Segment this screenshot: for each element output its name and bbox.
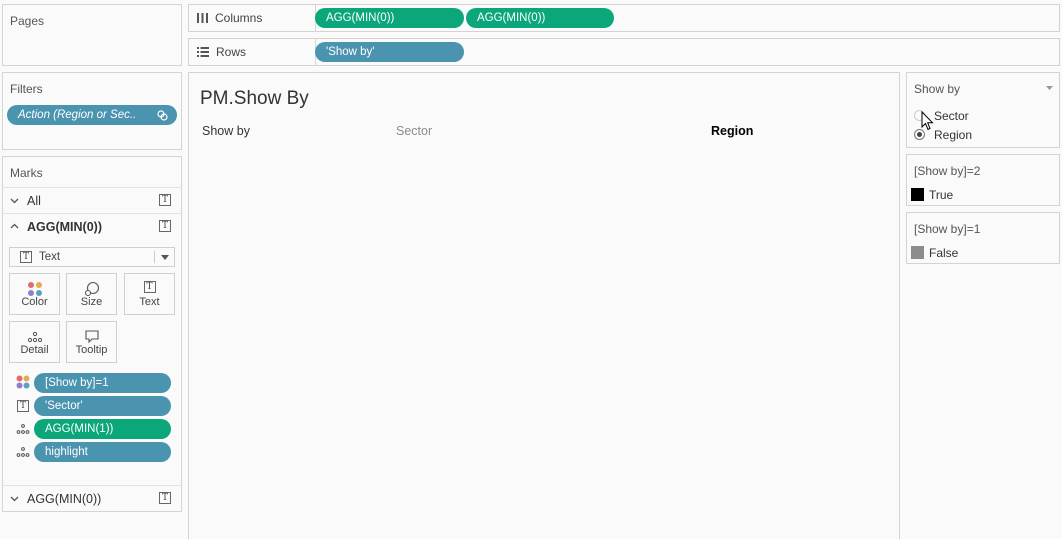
radio-option-region-label: Region (934, 128, 973, 142)
rows-icon (197, 47, 209, 57)
dropdown-divider (154, 251, 155, 263)
marks-card[interactable]: Marks All T AGG(MIN(0)) T T Text Color S… (2, 156, 182, 512)
detail-field-icon (16, 424, 30, 434)
columns-label: Columns (215, 11, 263, 25)
marks-agg-collapsed-label: AGG(MIN(0)) (27, 491, 102, 506)
color-legend-true[interactable]: [Show by]=2 True (906, 154, 1060, 206)
chevron-up-icon (10, 223, 19, 229)
legend-true-swatch[interactable] (911, 188, 924, 201)
filter-pill-action[interactable]: Action (Region or Sec.. (7, 105, 177, 125)
rows-label-group: Rows (197, 39, 246, 65)
text-mark-icon: T (159, 220, 171, 232)
legend-false-title: [Show by]=1 (914, 222, 981, 236)
marks-title: Marks (10, 166, 43, 180)
rows-label: Rows (216, 45, 247, 59)
marks-all-row[interactable]: All T (3, 187, 181, 213)
marks-field-highlight[interactable]: highlight (34, 442, 171, 462)
legend-false-swatch[interactable] (911, 246, 924, 259)
view-title: PM.Show By (200, 88, 309, 109)
radio-dot (917, 132, 922, 137)
size-button-label: Size (80, 296, 103, 308)
pages-card[interactable]: Pages (2, 4, 182, 66)
filters-card[interactable]: Filters Action (Region or Sec.. (2, 72, 182, 150)
columns-icon (197, 13, 208, 23)
marks-field-agg-min-1[interactable]: AGG(MIN(1)) (34, 419, 171, 439)
mouse-cursor-icon (921, 111, 934, 131)
text-type-icon: T (20, 251, 32, 263)
color-legend-false[interactable]: [Show by]=1 False (906, 212, 1060, 264)
color-icon (27, 282, 42, 296)
chevron-down-icon (10, 198, 19, 204)
columns-pill-2[interactable]: AGG(MIN(0)) (466, 8, 614, 28)
text-button-label: Text (139, 296, 160, 308)
columns-shelf[interactable]: Columns AGG(MIN(0)) AGG(MIN(0)) (188, 4, 1060, 32)
marks-all-label: All (27, 193, 41, 208)
rows-shelf[interactable]: Rows 'Show by' (188, 38, 1060, 66)
text-button[interactable]: T Text (124, 273, 175, 315)
color-field-icon (16, 375, 30, 389)
detail-icon (27, 331, 42, 343)
legend-true-title: [Show by]=2 (914, 164, 981, 178)
mark-type-dropdown[interactable]: T Text (9, 247, 175, 267)
size-button[interactable]: Size (66, 273, 117, 315)
marks-agg-label: AGG(MIN(0)) (27, 219, 102, 234)
marks-agg-row[interactable]: AGG(MIN(0)) T (3, 213, 181, 239)
columns-pill-1[interactable]: AGG(MIN(0)) (315, 8, 464, 28)
view-cell-region[interactable]: Region (711, 124, 753, 138)
rows-pill-show-by[interactable]: 'Show by' (315, 42, 464, 62)
chevron-down-icon (10, 496, 19, 502)
parameter-control[interactable]: Show by Sector Region (906, 72, 1060, 148)
color-button[interactable]: Color (9, 273, 60, 315)
marks-field-sector[interactable]: 'Sector' (34, 396, 171, 416)
tooltip-icon (84, 330, 99, 344)
detail-button-label: Detail (20, 344, 49, 356)
filter-pill-label: Action (Region or Sec.. (18, 109, 137, 121)
detail-button[interactable]: Detail (9, 321, 60, 363)
tooltip-button[interactable]: Tooltip (66, 321, 117, 363)
view-area[interactable]: PM.Show By Show by Sector Region (188, 72, 900, 539)
marks-field-show-by[interactable]: [Show by]=1 (34, 373, 171, 393)
caret-down-icon (161, 255, 169, 260)
text-mark-icon: T (159, 492, 171, 504)
linked-filter-icon (157, 110, 168, 121)
legend-false-label[interactable]: False (929, 246, 958, 260)
text-icon: T (143, 281, 156, 293)
detail-field-icon (16, 447, 30, 457)
caret-down-icon[interactable] (1046, 86, 1053, 90)
filters-title: Filters (10, 82, 43, 96)
mark-type-label: Text (39, 251, 61, 263)
columns-label-group: Columns (197, 5, 262, 31)
radio-option-sector-label: Sector (934, 109, 969, 123)
tooltip-button-label: Tooltip (75, 344, 108, 356)
view-cell-sector[interactable]: Sector (396, 124, 432, 138)
marks-agg-collapsed-row[interactable]: AGG(MIN(0)) T (3, 485, 181, 511)
size-icon (84, 281, 99, 297)
legend-true-label[interactable]: True (929, 188, 953, 202)
text-mark-icon: T (159, 194, 171, 206)
pages-title: Pages (10, 14, 45, 28)
text-field-icon: T (17, 400, 29, 412)
view-header-show-by: Show by (202, 124, 250, 138)
parameter-title: Show by (914, 82, 961, 96)
color-button-label: Color (21, 296, 48, 308)
